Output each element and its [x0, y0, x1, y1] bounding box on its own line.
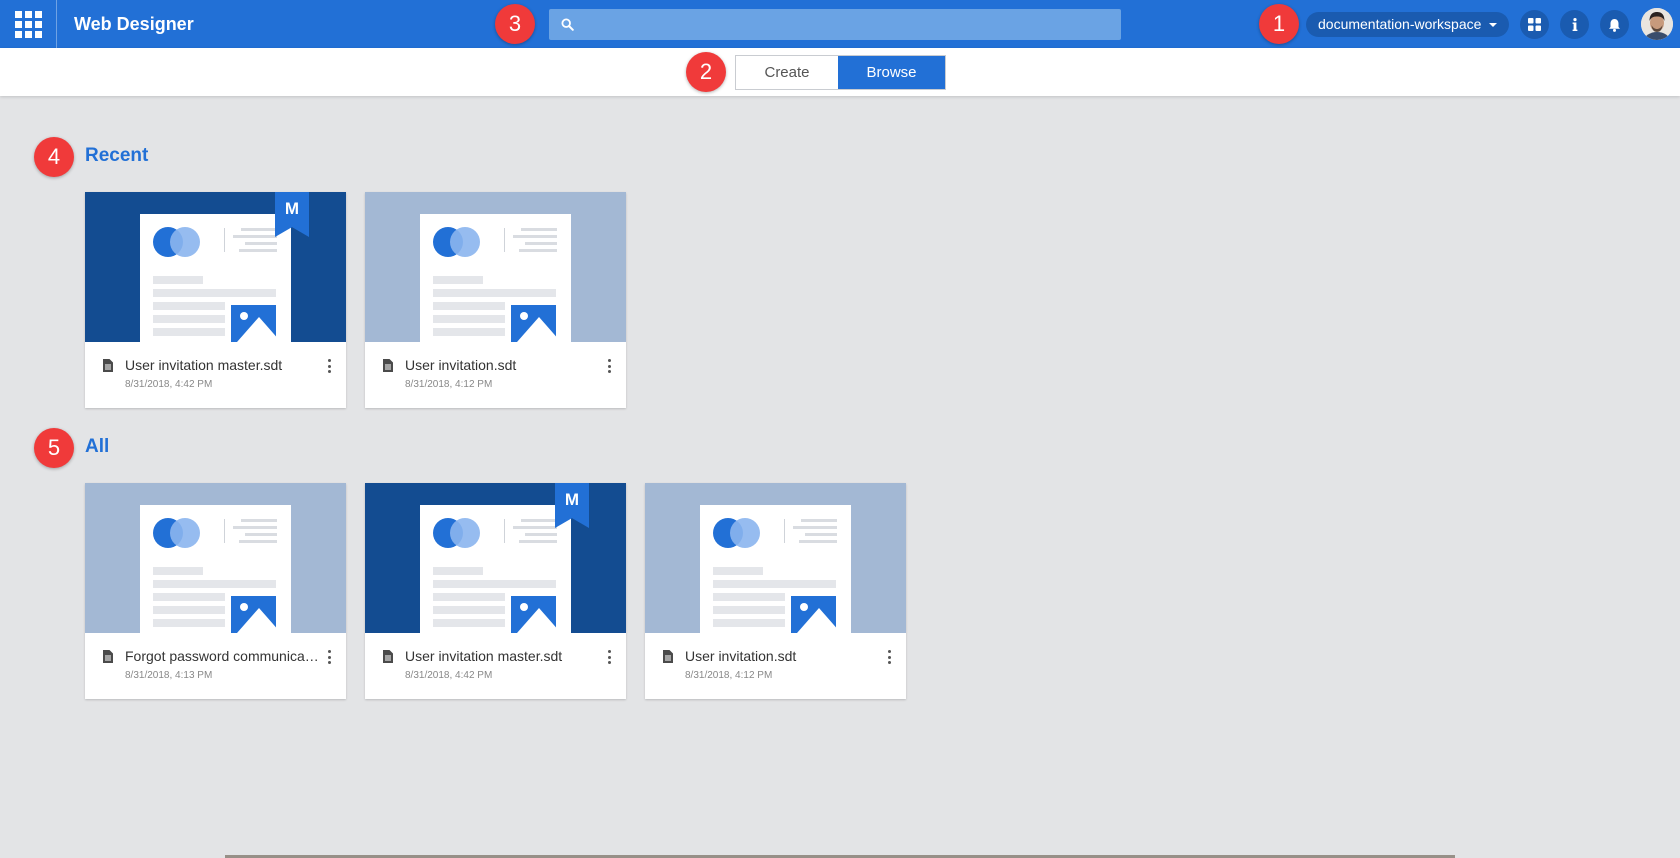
workspace-label: documentation-workspace	[1318, 16, 1482, 32]
search-input[interactable]	[583, 9, 1113, 40]
callout-marker-4: 4	[34, 137, 74, 177]
template-card[interactable]: User invitation.sdt 8/31/2018, 4:12 PM	[645, 483, 906, 699]
template-thumbnail	[85, 483, 346, 633]
section-title-recent: Recent	[85, 145, 149, 166]
template-card[interactable]: M User invitation master.sdt 8/31/2018, …	[365, 483, 626, 699]
dashboard-icon	[1528, 18, 1541, 31]
template-card[interactable]: User invitation.sdt 8/31/2018, 4:12 PM	[365, 192, 626, 408]
file-name: Forgot password communicat…	[125, 648, 320, 664]
document-preview	[140, 505, 291, 633]
tab-create[interactable]: Create	[736, 56, 838, 89]
file-name: User invitation master.sdt	[405, 648, 563, 664]
tab-browse[interactable]: Browse	[838, 56, 945, 89]
avatar[interactable]	[1641, 8, 1673, 40]
file-icon	[383, 359, 393, 372]
template-card[interactable]: Forgot password communicat… 8/31/2018, 4…	[85, 483, 346, 699]
file-icon	[103, 359, 113, 372]
file-name: User invitation master.sdt	[125, 357, 283, 373]
file-icon	[103, 650, 113, 663]
more-options-icon[interactable]	[323, 648, 335, 666]
info-icon	[1572, 18, 1577, 31]
apps-grid-icon[interactable]	[0, 0, 57, 48]
template-thumbnail	[645, 483, 906, 633]
mode-bar: Create Browse	[0, 48, 1680, 96]
template-card[interactable]: M User invitation master.sdt 8/31/2018, …	[85, 192, 346, 408]
document-preview	[140, 214, 291, 342]
file-name: User invitation.sdt	[405, 357, 517, 373]
master-badge: M	[275, 192, 309, 237]
search-bar[interactable]	[549, 9, 1121, 40]
template-thumbnail: M	[365, 483, 626, 633]
more-options-icon[interactable]	[603, 648, 615, 666]
file-icon	[663, 650, 673, 663]
template-thumbnail	[365, 192, 626, 342]
file-name: User invitation.sdt	[685, 648, 797, 664]
callout-marker-3: 3	[495, 4, 535, 44]
user-avatar-icon	[1641, 8, 1673, 40]
file-date: 8/31/2018, 4:42 PM	[405, 670, 493, 681]
image-placeholder-icon	[231, 596, 276, 633]
file-icon	[383, 650, 393, 663]
top-bar: Web Designer documentation-workspace	[0, 0, 1680, 48]
bell-icon	[1609, 18, 1620, 32]
more-options-icon[interactable]	[603, 357, 615, 375]
app-title: Web Designer	[74, 14, 194, 34]
file-date: 8/31/2018, 4:12 PM	[685, 670, 773, 681]
mode-switch: Create Browse	[735, 55, 946, 90]
search-icon	[561, 18, 574, 31]
chevron-down-icon	[1489, 23, 1497, 27]
image-placeholder-icon	[511, 596, 556, 633]
info-button[interactable]	[1560, 10, 1589, 39]
image-placeholder-icon	[231, 305, 276, 342]
notifications-button[interactable]	[1600, 10, 1629, 39]
section-title-all: All	[85, 436, 110, 457]
more-options-icon[interactable]	[323, 357, 335, 375]
image-placeholder-icon	[791, 596, 836, 633]
dashboard-button[interactable]	[1520, 10, 1549, 39]
workspace-selector[interactable]: documentation-workspace	[1306, 12, 1509, 37]
file-date: 8/31/2018, 4:12 PM	[405, 379, 493, 390]
document-preview	[420, 214, 571, 342]
master-badge: M	[555, 483, 589, 528]
document-preview	[700, 505, 851, 633]
document-preview	[420, 505, 571, 633]
more-options-icon[interactable]	[883, 648, 895, 666]
template-thumbnail: M	[85, 192, 346, 342]
callout-marker-2: 2	[686, 52, 726, 92]
file-date: 8/31/2018, 4:42 PM	[125, 379, 213, 390]
image-placeholder-icon	[511, 305, 556, 342]
file-date: 8/31/2018, 4:13 PM	[125, 670, 213, 681]
callout-marker-1: 1	[1259, 4, 1299, 44]
callout-marker-5: 5	[34, 428, 74, 468]
